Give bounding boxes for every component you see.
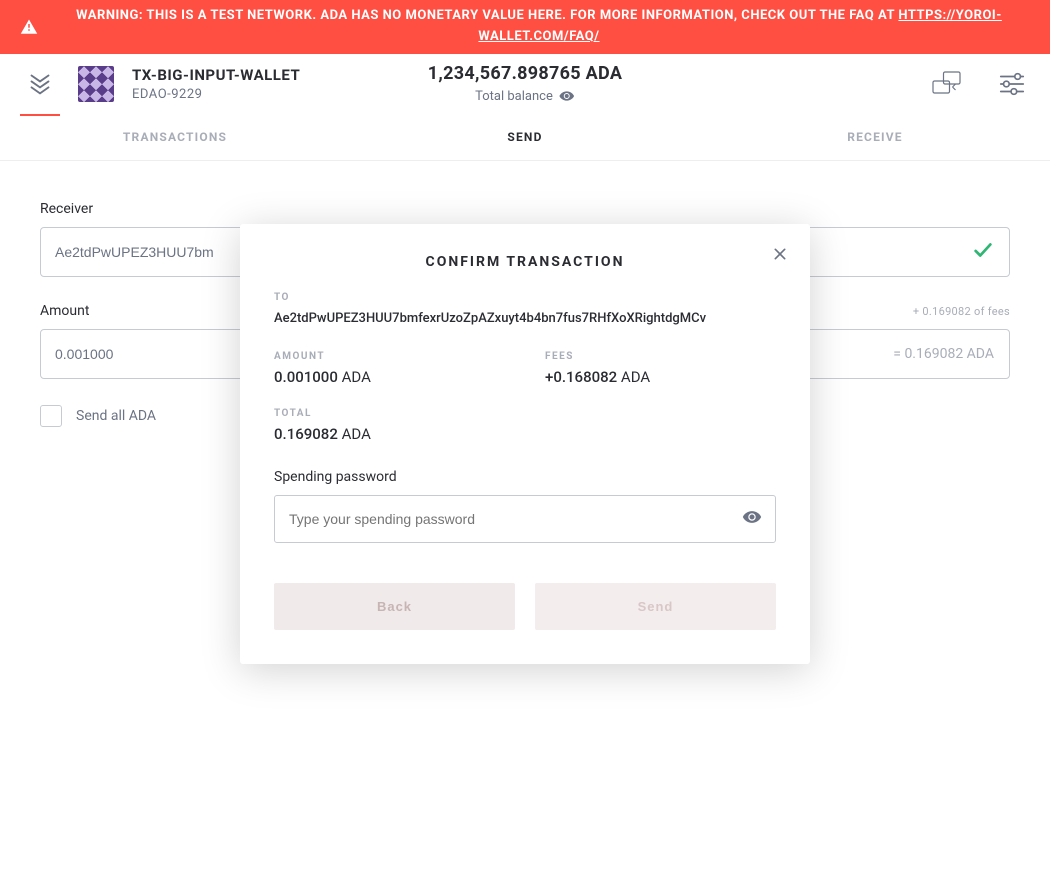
balance-label: Total balance — [475, 89, 553, 104]
receiver-label: Receiver — [40, 201, 1010, 217]
wallet-info: TX-BIG-INPUT-WALLET EDAO-9229 — [132, 66, 300, 102]
app-header: TX-BIG-INPUT-WALLET EDAO-9229 1,234,567.… — [0, 54, 1050, 114]
wallet-tabs: TRANSACTIONS SEND RECEIVE — [0, 114, 1050, 161]
test-network-warning-banner: WARNING: THIS IS A TEST NETWORK. ADA HAS… — [0, 0, 1050, 54]
fee-hint: + 0.169082 of fees — [913, 305, 1010, 318]
wallet-subtitle: EDAO-9229 — [132, 87, 300, 102]
modal-fees-label: FEES — [545, 351, 776, 362]
tab-send[interactable]: SEND — [350, 114, 700, 160]
spending-password-input[interactable] — [274, 495, 776, 543]
send-button[interactable]: Send — [535, 583, 776, 630]
send-all-label: Send all ADA — [76, 408, 156, 424]
spending-password-label: Spending password — [274, 469, 776, 485]
wallet-avatar-icon — [78, 66, 114, 102]
modal-fees-value: +0.168082 ADA — [545, 368, 776, 386]
balance-amount: 1,234,567.898765 ADA — [428, 63, 623, 84]
tab-transactions[interactable]: TRANSACTIONS — [0, 114, 350, 160]
wallet-name: TX-BIG-INPUT-WALLET — [132, 66, 300, 84]
modal-to-address: Ae2tdPwUPEZ3HUU7bmfexrUzoZpAZxuyt4b4bn7f… — [274, 309, 776, 329]
brand-menu-icon[interactable] — [20, 64, 60, 104]
close-icon[interactable] — [772, 246, 788, 267]
confirm-transaction-modal: CONFIRM TRANSACTION TO Ae2tdPwUPEZ3HUU7b… — [240, 224, 810, 664]
modal-total-label: TOTAL — [274, 408, 776, 419]
modal-total-value: 0.169082 ADA — [274, 425, 776, 443]
tab-receive[interactable]: RECEIVE — [700, 114, 1050, 160]
modal-to-label: TO — [274, 292, 776, 303]
eye-icon[interactable] — [742, 507, 762, 531]
modal-amount-value: 0.001000 ADA — [274, 368, 505, 386]
send-all-checkbox[interactable] — [40, 405, 62, 427]
amount-equals: = 0.169082 ADA — [893, 346, 994, 362]
balance-block: 1,234,567.898765 ADA Total balance — [428, 63, 623, 104]
warning-triangle-icon — [20, 18, 38, 36]
settings-sliders-icon[interactable] — [994, 66, 1030, 102]
back-button[interactable]: Back — [274, 583, 515, 630]
modal-amount-label: AMOUNT — [274, 351, 505, 362]
warning-text: WARNING: THIS IS A TEST NETWORK. ADA HAS… — [76, 8, 898, 23]
amount-label: Amount — [40, 303, 89, 319]
check-icon — [972, 239, 994, 265]
eye-icon[interactable] — [559, 88, 575, 104]
card-swap-icon[interactable] — [930, 66, 966, 102]
modal-title: CONFIRM TRANSACTION — [274, 254, 776, 270]
